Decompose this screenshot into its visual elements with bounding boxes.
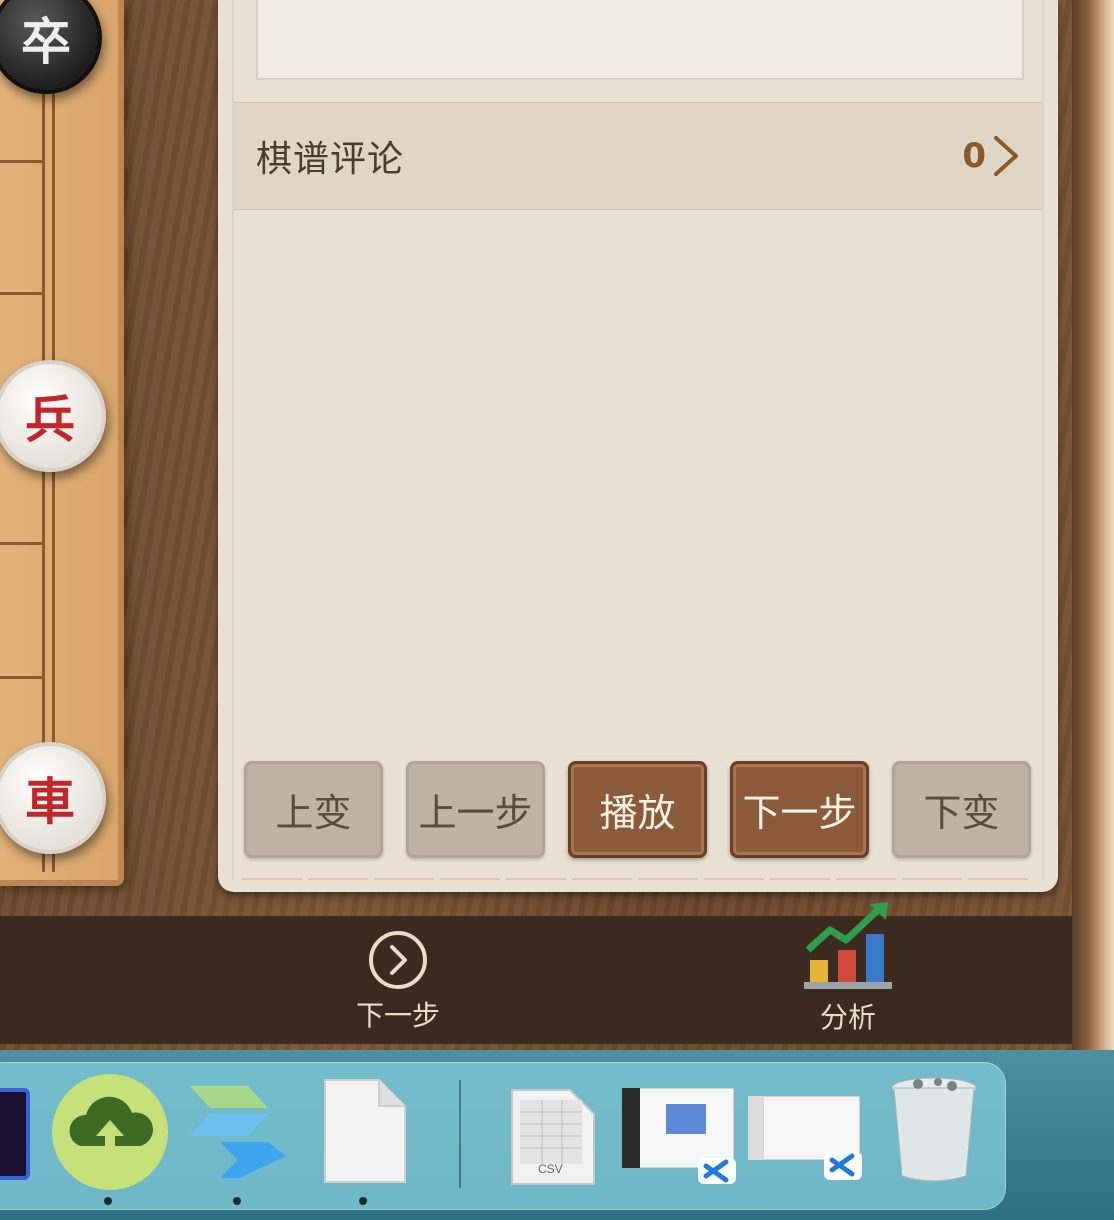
board-line xyxy=(0,292,44,295)
dock-app-dark-icon[interactable] xyxy=(0,1088,30,1180)
bottom-toolbar: 下一步 分析 xyxy=(0,902,1072,1044)
running-indicator xyxy=(359,1197,367,1205)
board-line xyxy=(0,676,44,679)
prev-variation-button[interactable]: 上变 xyxy=(244,761,383,858)
analysis-chart-icon xyxy=(804,902,892,989)
dock-separator xyxy=(459,1080,461,1188)
dock-trash-icon[interactable] xyxy=(890,1074,978,1188)
comments-title: 棋谱评论 xyxy=(256,139,405,180)
dock-vscode-window-2-icon[interactable] xyxy=(747,1095,864,1186)
move-list-box xyxy=(256,0,1024,80)
dock-chevron-app-icon[interactable] xyxy=(190,1086,286,1182)
next-step-button[interactable]: 下一步 xyxy=(730,761,869,858)
comments-row[interactable]: 棋谱评论 0 xyxy=(234,102,1042,210)
toolbar-analysis[interactable]: 分析 xyxy=(800,900,896,1036)
next-variation-button[interactable]: 下变 xyxy=(892,761,1031,858)
divider xyxy=(242,878,1034,880)
board-line xyxy=(0,542,44,545)
comments-count: 0 xyxy=(962,136,986,176)
dock-vscode-window-1-icon[interactable] xyxy=(621,1087,738,1188)
chevron-right-icon xyxy=(994,136,1018,176)
toolbar-analysis-label: 分析 xyxy=(819,1001,876,1034)
record-panel: 棋谱评论 0 xyxy=(218,0,1058,892)
comments-count-group[interactable]: 0 xyxy=(962,134,1020,178)
board-line xyxy=(0,160,44,163)
toolbar-next-step-label: 下一步 xyxy=(356,999,441,1032)
running-indicator xyxy=(104,1197,112,1205)
dock-blank-document-icon[interactable] xyxy=(323,1078,407,1188)
dock-cloud-upload-app-icon[interactable] xyxy=(50,1072,170,1196)
dock-csv-file-icon[interactable]: CSV xyxy=(508,1086,598,1190)
play-button[interactable]: 播放 xyxy=(568,761,707,858)
wood-frame-edge xyxy=(1072,0,1114,1050)
circle-chevron-right-icon xyxy=(369,931,427,989)
running-indicator xyxy=(233,1197,241,1205)
toolbar-next-step[interactable]: 下一步 xyxy=(356,930,440,1034)
prev-step-button[interactable]: 上一步 xyxy=(406,761,545,858)
csv-label: CSV xyxy=(538,1162,563,1176)
